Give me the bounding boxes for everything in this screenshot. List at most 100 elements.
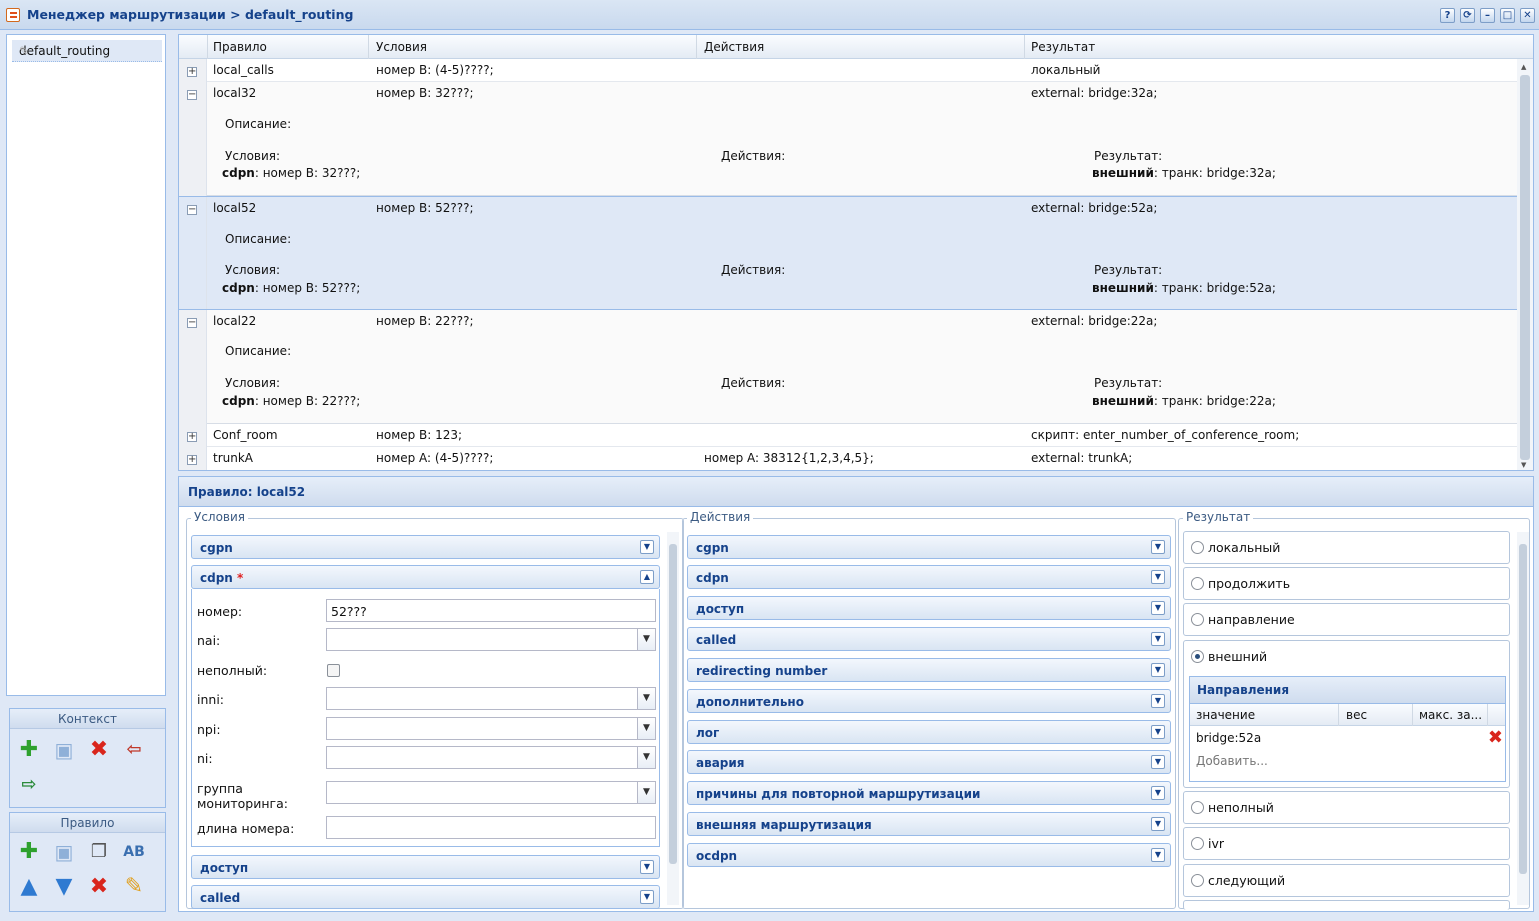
act-section-additional[interactable]: дополнительно ▼ — [687, 689, 1171, 713]
collapse-icon[interactable]: − — [187, 205, 197, 215]
act-section-ocdpn[interactable]: ocdpn ▼ — [687, 843, 1171, 867]
result-option-next[interactable]: следующий — [1183, 864, 1510, 897]
number-input[interactable]: 52??? — [326, 599, 656, 622]
grid-scrollbar[interactable]: ▲ ▼ — [1517, 59, 1533, 470]
collapse-icon[interactable]: − — [187, 90, 197, 100]
chevron-down-icon[interactable]: ▼ — [637, 747, 655, 768]
column-header-conditions[interactable]: Условия — [376, 40, 427, 54]
help-button[interactable]: ? — [1440, 8, 1455, 23]
chevron-down-icon[interactable]: ▼ — [637, 782, 655, 803]
save-context-icon[interactable]: ▣ — [51, 737, 77, 763]
number-length-input[interactable] — [326, 816, 656, 839]
cond-section-cgpn[interactable]: cgpn ▼ — [191, 535, 660, 559]
result-option-incomplete[interactable]: неполный — [1183, 791, 1510, 824]
radio-direction[interactable] — [1191, 613, 1204, 626]
act-section-cgpn[interactable]: cgpn ▼ — [687, 535, 1171, 559]
chevron-down-icon[interactable]: ▼ — [1151, 755, 1165, 769]
act-section-external-routing[interactable]: внешняя маршрутизация ▼ — [687, 812, 1171, 836]
radio-external[interactable] — [1191, 650, 1204, 663]
incomplete-checkbox[interactable] — [327, 664, 340, 677]
result-scrollbar[interactable] — [1517, 532, 1529, 905]
act-section-alarm[interactable]: авария ▼ — [687, 750, 1171, 774]
move-up-icon[interactable]: ▲ — [16, 874, 42, 900]
chevron-down-icon[interactable]: ▼ — [1151, 570, 1165, 584]
result-option-external[interactable]: внешний Направления значение вес макс. з… — [1183, 640, 1510, 788]
cond-section-access[interactable]: доступ ▼ — [191, 855, 660, 879]
column-header-max[interactable]: макс. за... — [1419, 708, 1482, 722]
table-row[interactable]: − local32 номер B: 32???; external: brid… — [179, 82, 1517, 196]
edit-pencil-icon[interactable]: ✎ — [19, 44, 157, 58]
add-context-icon[interactable]: ✚ — [16, 737, 42, 763]
act-section-access[interactable]: доступ ▼ — [687, 596, 1171, 620]
save-rule-icon[interactable]: ▣ — [51, 839, 77, 865]
delete-context-icon[interactable]: ✖ — [86, 737, 112, 763]
chevron-down-icon[interactable]: ▼ — [637, 629, 655, 650]
delete-direction-icon[interactable]: ✖ — [1488, 727, 1503, 748]
table-row[interactable]: + local_calls номер B: (4-5)????; локаль… — [179, 59, 1517, 82]
radio-incomplete[interactable] — [1191, 801, 1204, 814]
table-row[interactable]: + trunkA номер A: (4-5)????; номер A: 38… — [179, 447, 1517, 470]
chevron-down-icon[interactable]: ▼ — [1151, 848, 1165, 862]
chevron-down-icon[interactable]: ▼ — [637, 718, 655, 739]
result-option-continue[interactable]: продолжить — [1183, 567, 1510, 600]
nai-select[interactable]: ▼ — [326, 628, 656, 651]
chevron-down-icon[interactable]: ▼ — [1151, 663, 1165, 677]
scrollbar-thumb[interactable] — [1520, 75, 1530, 460]
import-context-icon[interactable]: ⇨ — [16, 772, 42, 798]
conditions-scrollbar[interactable] — [667, 532, 679, 905]
radio-continue[interactable] — [1191, 577, 1204, 590]
chevron-down-icon[interactable]: ▼ — [1151, 694, 1165, 708]
column-header-result[interactable]: Результат — [1031, 40, 1095, 54]
export-context-icon[interactable]: ⇦ — [121, 737, 147, 763]
table-row[interactable]: − local22 номер B: 22???; external: brid… — [179, 310, 1517, 424]
rename-rule-icon[interactable]: AB — [121, 839, 147, 865]
chevron-down-icon[interactable]: ▼ — [1151, 786, 1165, 800]
chevron-down-icon[interactable]: ▼ — [1151, 632, 1165, 646]
act-section-cdpn[interactable]: cdpn ▼ — [687, 565, 1171, 589]
expand-icon[interactable]: + — [187, 432, 197, 442]
add-direction-link[interactable]: Добавить... — [1196, 754, 1268, 768]
monitoring-group-select[interactable]: ▼ — [326, 781, 656, 804]
scroll-up-arrow-icon[interactable]: ▲ — [1521, 63, 1526, 71]
act-section-rerouting-causes[interactable]: причины для повторной маршрутизации ▼ — [687, 781, 1171, 805]
chevron-down-icon[interactable]: ▼ — [640, 540, 654, 554]
radio-ivr[interactable] — [1191, 837, 1204, 850]
context-item[interactable]: default_routing ✎ — [12, 40, 162, 62]
table-row[interactable]: bridge:52a ✖ — [1190, 727, 1505, 749]
cond-section-called[interactable]: called ▼ — [191, 885, 660, 909]
column-header-weight[interactable]: вес — [1346, 708, 1367, 722]
copy-rule-icon[interactable]: ❐ — [86, 839, 112, 865]
move-down-icon[interactable]: ▼ — [51, 874, 77, 900]
chevron-up-icon[interactable]: ▲ — [640, 570, 654, 584]
result-option-ivr[interactable]: ivr — [1183, 827, 1510, 860]
table-row[interactable]: + Conf_room номер B: 123; скрипт: enter_… — [179, 424, 1517, 447]
collapse-icon[interactable]: − — [187, 318, 197, 328]
scrollbar-thumb[interactable] — [1519, 544, 1527, 874]
chevron-down-icon[interactable]: ▼ — [640, 860, 654, 874]
column-header-rule[interactable]: Правило — [213, 40, 267, 54]
chevron-down-icon[interactable]: ▼ — [637, 688, 655, 709]
act-section-redirecting-number[interactable]: redirecting number ▼ — [687, 658, 1171, 682]
maximize-button[interactable]: □ — [1500, 8, 1515, 23]
column-header-value[interactable]: значение — [1196, 708, 1255, 722]
ni-select[interactable]: ▼ — [326, 746, 656, 769]
column-header-actions[interactable]: Действия — [704, 40, 764, 54]
scrollbar-thumb[interactable] — [669, 544, 677, 864]
npi-select[interactable]: ▼ — [326, 717, 656, 740]
expand-icon[interactable]: + — [187, 67, 197, 77]
result-option-local[interactable]: локальный — [1183, 531, 1510, 564]
table-row-selected[interactable]: − local52 номер B: 52???; external: brid… — [179, 196, 1517, 310]
act-section-log[interactable]: лог ▼ — [687, 720, 1171, 744]
add-rule-icon[interactable]: ✚ — [16, 839, 42, 865]
radio-local[interactable] — [1191, 541, 1204, 554]
delete-rule-icon[interactable]: ✖ — [86, 874, 112, 900]
refresh-button[interactable]: ⟳ — [1460, 8, 1475, 23]
inni-select[interactable]: ▼ — [326, 687, 656, 710]
chevron-down-icon[interactable]: ▼ — [640, 890, 654, 904]
cond-section-cdpn[interactable]: cdpn * ▲ — [191, 565, 660, 589]
chevron-down-icon[interactable]: ▼ — [1151, 725, 1165, 739]
scroll-down-arrow-icon[interactable]: ▼ — [1521, 461, 1526, 469]
radio-next[interactable] — [1191, 874, 1204, 887]
edit-rule-icon[interactable]: ✎ — [121, 874, 147, 900]
chevron-down-icon[interactable]: ▼ — [1151, 817, 1165, 831]
